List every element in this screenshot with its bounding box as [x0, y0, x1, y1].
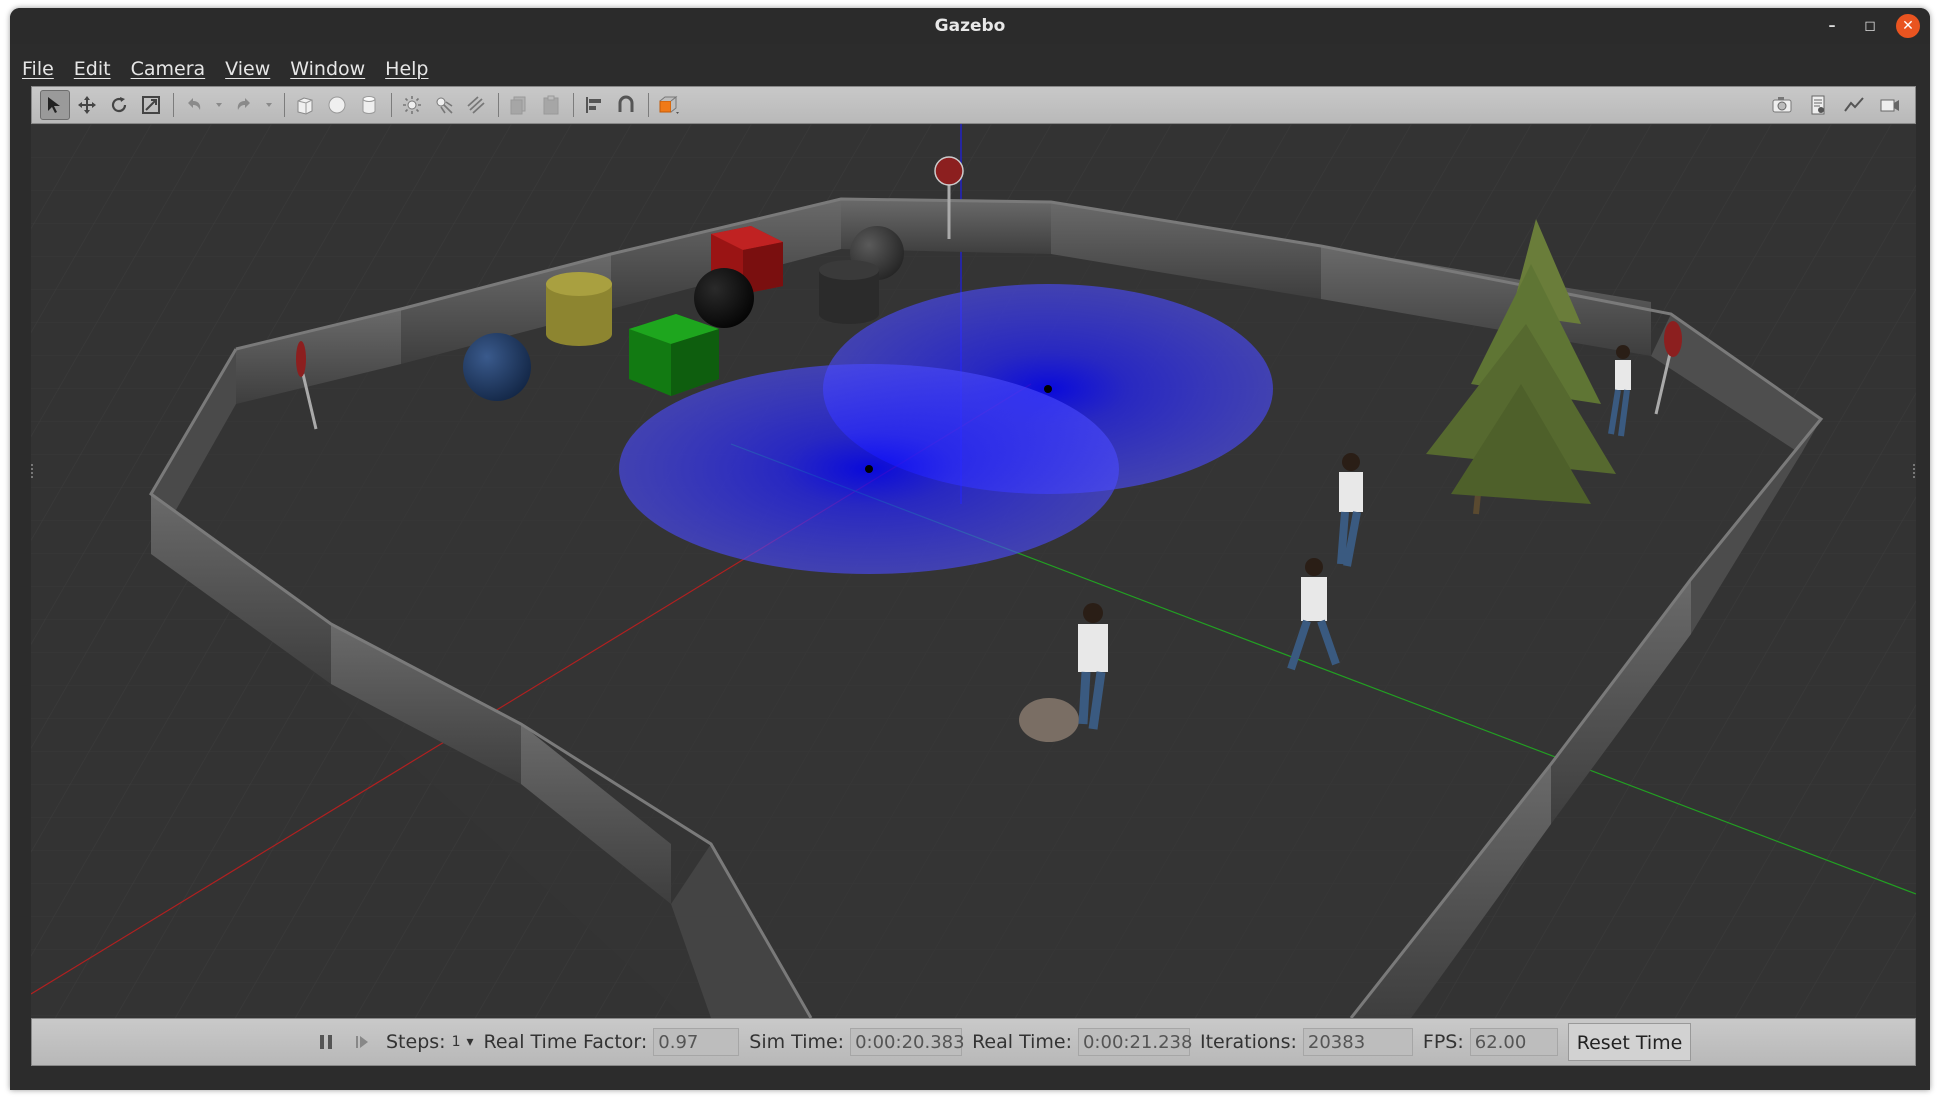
- toolbar: [31, 86, 1916, 124]
- select-arrow-icon[interactable]: [40, 90, 70, 120]
- cylinder-yellow: [546, 272, 612, 346]
- laser-scan: [619, 364, 1119, 574]
- step-forward-icon[interactable]: [348, 1028, 376, 1056]
- real-time-label: Real Time:: [972, 1031, 1072, 1053]
- menu-window[interactable]: Window: [290, 58, 365, 80]
- toolbar-separator: [284, 93, 285, 117]
- scale-icon[interactable]: [136, 90, 166, 120]
- sphere-blue: [463, 333, 531, 401]
- sim-time-label: Sim Time:: [749, 1031, 845, 1053]
- rotate-icon[interactable]: [104, 90, 134, 120]
- sphere-shape-icon[interactable]: [322, 90, 352, 120]
- toolbar-separator: [391, 93, 392, 117]
- window-title: Gazebo: [934, 16, 1006, 36]
- rtf-label: Real Time Factor:: [483, 1031, 648, 1053]
- status-bar: Steps: 1 ▾ Real Time Factor: 0.97 Sim Ti…: [31, 1018, 1916, 1066]
- minimize-icon[interactable]: –: [1820, 14, 1844, 38]
- redo-dropdown-icon[interactable]: [261, 90, 277, 120]
- iterations-label: Iterations:: [1199, 1031, 1297, 1053]
- menu-edit[interactable]: Edit: [74, 58, 111, 80]
- rtf-value: 0.97: [653, 1028, 740, 1056]
- fps-label: FPS:: [1422, 1031, 1464, 1053]
- fps-value: 62.00: [1469, 1028, 1558, 1056]
- menu-view[interactable]: View: [225, 58, 270, 80]
- gazebo-window: Gazebo – ◻ ✕ File Edit Camera View Windo…: [10, 8, 1930, 1090]
- snap-icon[interactable]: [611, 90, 641, 120]
- left-panel-handle[interactable]: [31, 464, 34, 478]
- pause-icon[interactable]: [312, 1028, 340, 1056]
- iterations-value: 20383: [1302, 1028, 1413, 1056]
- undo-icon[interactable]: [179, 90, 209, 120]
- view-angle-icon[interactable]: [654, 90, 684, 120]
- undo-dropdown-icon[interactable]: [211, 90, 227, 120]
- translate-icon[interactable]: [72, 90, 102, 120]
- reset-time-button[interactable]: Reset Time: [1567, 1023, 1692, 1061]
- steps-spinbox[interactable]: 1: [452, 1034, 461, 1050]
- screenshot-icon[interactable]: [1767, 90, 1797, 120]
- point-light-icon[interactable]: [397, 90, 427, 120]
- 3d-viewport[interactable]: [31, 124, 1916, 1018]
- toolbar-separator: [573, 93, 574, 117]
- toolbar-separator: [173, 93, 174, 117]
- sphere-black: [694, 268, 754, 328]
- menu-file[interactable]: File: [22, 58, 54, 80]
- chevron-down-icon[interactable]: ▾: [466, 1034, 473, 1050]
- right-panel-handle[interactable]: [1913, 464, 1916, 478]
- log-icon[interactable]: [1803, 90, 1833, 120]
- cylinder-gray: [819, 260, 879, 324]
- steps-label: Steps:: [386, 1031, 446, 1053]
- title-bar: Gazebo – ◻ ✕: [10, 8, 1930, 44]
- menu-camera[interactable]: Camera: [131, 58, 206, 80]
- toolbar-separator: [648, 93, 649, 117]
- copy-icon[interactable]: [504, 90, 534, 120]
- toolbar-separator: [498, 93, 499, 117]
- align-icon[interactable]: [579, 90, 609, 120]
- box-green: [629, 314, 719, 396]
- real-time-value: 0:00:21.238: [1077, 1028, 1192, 1056]
- cylinder-shape-icon[interactable]: [354, 90, 384, 120]
- spot-light-icon[interactable]: [429, 90, 459, 120]
- menu-help[interactable]: Help: [385, 58, 428, 80]
- sim-time-value: 0:00:20.383: [850, 1028, 965, 1056]
- record-video-icon[interactable]: [1875, 90, 1905, 120]
- scene-render: [31, 124, 1916, 1018]
- plot-icon[interactable]: [1839, 90, 1869, 120]
- maximize-icon[interactable]: ◻: [1858, 14, 1882, 38]
- paste-icon[interactable]: [536, 90, 566, 120]
- close-icon[interactable]: ✕: [1896, 14, 1920, 38]
- box-shape-icon[interactable]: [290, 90, 320, 120]
- redo-icon[interactable]: [229, 90, 259, 120]
- directional-light-icon[interactable]: [461, 90, 491, 120]
